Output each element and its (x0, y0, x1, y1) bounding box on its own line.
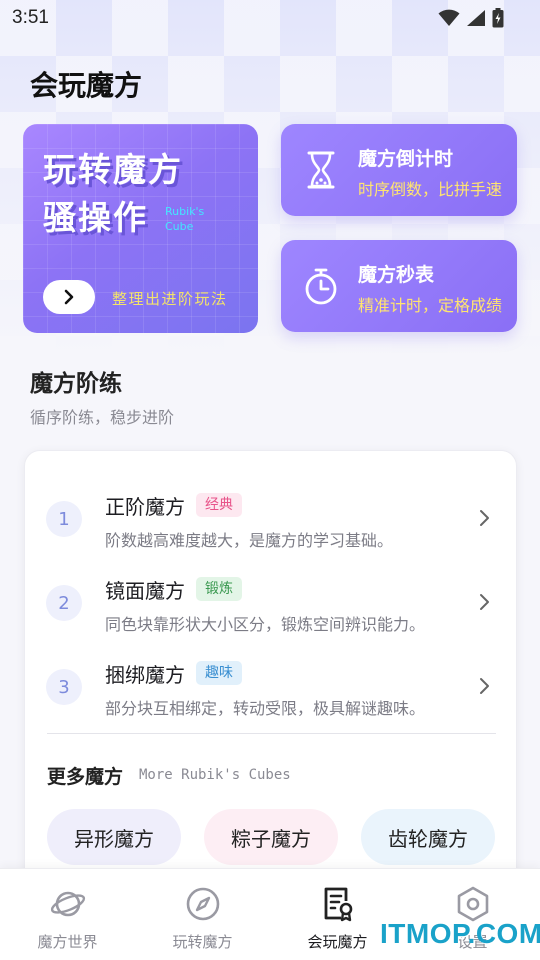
level-tag: 经典 (196, 493, 242, 517)
level-name: 镜面魔方 (105, 579, 185, 603)
hero-subtitle: Rubik's Cube (165, 204, 215, 234)
hero-banner[interactable]: 玩转魔方 骚操作 Rubik's Cube 整理出进阶玩法 (23, 124, 258, 333)
level-name: 捆绑魔方 (105, 663, 185, 687)
hero-title-line1: 玩转魔方 (43, 150, 183, 189)
divider (47, 733, 496, 734)
level-description: 同色块靠形状大小区分，锻炼空间辨识能力。 (105, 615, 426, 634)
nav-label: 玩转魔方 (172, 933, 233, 951)
status-time: 3:51 (12, 7, 49, 28)
stopwatch-title: 魔方秒表 (358, 264, 435, 286)
pill-gear-cube[interactable]: 齿轮魔方 (361, 809, 495, 865)
chevron-right-icon (480, 594, 489, 610)
hero-subtitle-line2: Cube (165, 220, 194, 233)
nav-item-play-cube[interactable]: 玩转魔方 (135, 869, 270, 960)
status-icons (438, 8, 504, 28)
battery-icon (492, 8, 504, 28)
section-subtitle: 循序阶练，稳步进阶 (30, 408, 175, 427)
hero-subtitle-line1: Rubik's (165, 205, 205, 218)
level-description: 部分块互相绑定，转动受限，极具解谜趣味。 (105, 699, 426, 718)
countdown-subtitle: 时序倒数，比拼手速 (358, 180, 503, 199)
stopwatch-subtitle: 精准计时，定格成绩 (358, 296, 503, 315)
hourglass-icon (307, 151, 335, 189)
watermark: ITMOP.COM (380, 918, 540, 949)
level-row-1[interactable]: 1 正阶魔方 经典 阶数越高难度越大，是魔方的学习基础。 (25, 481, 518, 565)
pill-zongzi-cube[interactable]: 粽子魔方 (204, 809, 338, 865)
signal-icon (467, 10, 485, 26)
page-title: 会玩魔方 (30, 69, 143, 102)
stopwatch-icon (305, 268, 337, 305)
hero-go-button[interactable] (43, 280, 95, 314)
hero-title: 玩转魔方 骚操作 (43, 146, 183, 242)
level-description: 阶数越高难度越大，是魔方的学习基础。 (105, 531, 394, 550)
level-name: 正阶魔方 (105, 495, 185, 519)
more-cubes-subtitle: More Rubik's Cubes (139, 767, 291, 783)
status-bar: 3:51 (0, 0, 540, 36)
level-tag: 趣味 (196, 661, 242, 685)
countdown-card[interactable]: 魔方倒计时 时序倒数，比拼手速 (281, 124, 517, 216)
wifi-icon (438, 9, 460, 26)
countdown-title: 魔方倒计时 (358, 148, 454, 170)
levels-card: 1 正阶魔方 经典 阶数越高难度越大，是魔方的学习基础。 2 镜面魔方 锻炼 同… (24, 450, 517, 910)
chevron-right-icon (64, 289, 74, 305)
level-row-2[interactable]: 2 镜面魔方 锻炼 同色块靠形状大小区分，锻炼空间辨识能力。 (25, 565, 518, 649)
compass-icon (186, 887, 219, 921)
level-number: 1 (46, 501, 82, 537)
level-row-3[interactable]: 3 捆绑魔方 趣味 部分块互相绑定，转动受限，极具解谜趣味。 (25, 649, 518, 733)
nav-label: 魔方世界 (37, 933, 98, 951)
planet-icon (50, 891, 85, 917)
level-number: 3 (46, 669, 82, 705)
level-number: 2 (46, 585, 82, 621)
more-cubes-title: 更多魔方 (47, 766, 124, 788)
chevron-right-icon (480, 510, 489, 526)
certificate-icon (324, 887, 352, 922)
hero-title-line2: 骚操作 (43, 198, 148, 237)
hero-caption: 整理出进阶玩法 (112, 290, 228, 308)
nav-item-cube-world[interactable]: 魔方世界 (0, 869, 135, 960)
pill-irregular-cube[interactable]: 异形魔方 (47, 809, 181, 865)
level-tag: 锻炼 (196, 577, 242, 601)
stopwatch-card[interactable]: 魔方秒表 精准计时，定格成绩 (281, 240, 517, 332)
section-title: 魔方阶练 (30, 371, 122, 397)
chevron-right-icon (480, 678, 489, 694)
